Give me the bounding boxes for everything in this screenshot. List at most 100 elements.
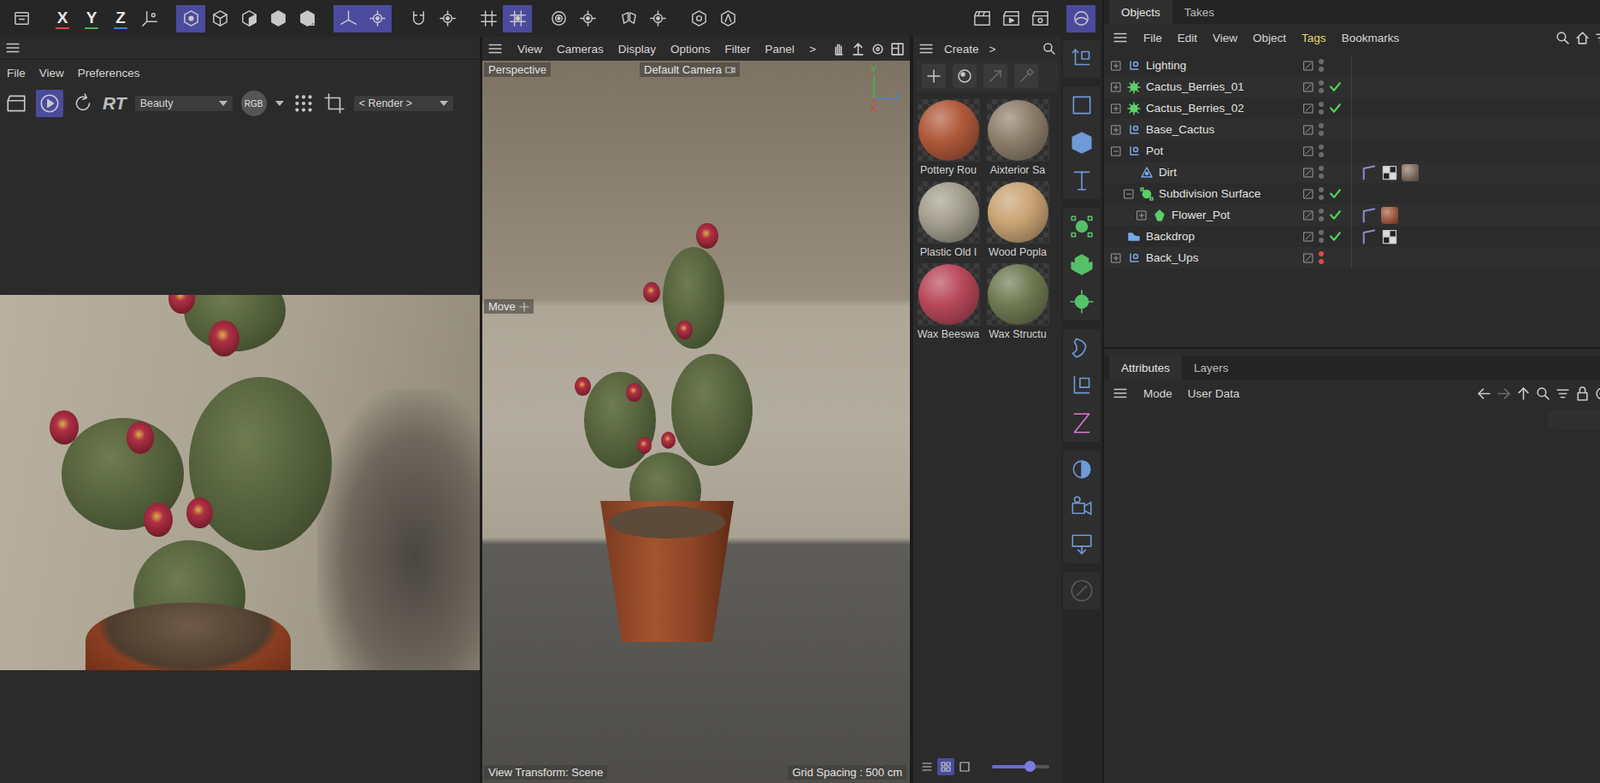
menu-item[interactable]: Options xyxy=(670,42,711,56)
menu-item[interactable]: File xyxy=(1143,31,1163,45)
object-row[interactable]: Cactus_Berries_02 xyxy=(1104,97,1600,119)
palette-button[interactable] xyxy=(1065,453,1099,486)
menu-item[interactable]: Cameras xyxy=(556,42,604,56)
camera-label[interactable]: Default Camera xyxy=(639,62,740,77)
palette-button[interactable] xyxy=(1065,164,1099,197)
back-arrow-icon[interactable] xyxy=(1476,386,1492,402)
caret-icon[interactable] xyxy=(275,100,284,107)
editor-visibility-dot[interactable] xyxy=(1318,230,1324,236)
expander[interactable] xyxy=(1110,230,1125,243)
layer-edit-icon[interactable] xyxy=(1303,188,1314,200)
palette-button[interactable] xyxy=(1065,369,1099,402)
visibility-dots[interactable] xyxy=(1318,123,1324,136)
enable-toggle[interactable] xyxy=(1328,144,1343,159)
object-row[interactable]: Backdrop xyxy=(1104,225,1600,248)
refresh-icon[interactable] xyxy=(71,92,95,115)
render-play-button[interactable] xyxy=(35,89,64,118)
expander[interactable] xyxy=(1110,81,1125,94)
toolbar-button[interactable] xyxy=(362,5,392,33)
toolbar-button[interactable] xyxy=(432,5,462,33)
toolbar-button[interactable] xyxy=(1025,5,1055,33)
tag[interactable] xyxy=(1401,164,1419,182)
home-icon[interactable] xyxy=(1575,30,1590,46)
layer-edit-icon[interactable] xyxy=(1303,82,1314,93)
apply-arrow-icon[interactable] xyxy=(983,64,1008,89)
enable-toggle[interactable] xyxy=(1328,208,1343,223)
expander[interactable] xyxy=(1110,145,1125,158)
tag[interactable] xyxy=(1381,164,1399,182)
toolbar-button[interactable] xyxy=(176,5,206,33)
tag[interactable] xyxy=(1381,228,1399,246)
palette-button[interactable] xyxy=(1065,285,1099,319)
tag[interactable] xyxy=(1360,228,1378,246)
expander[interactable] xyxy=(1136,209,1151,222)
enable-toggle[interactable] xyxy=(1328,251,1343,266)
render-visibility-dot[interactable] xyxy=(1318,88,1324,94)
render-visibility-dot[interactable] xyxy=(1318,152,1324,158)
visibility-dots[interactable] xyxy=(1318,208,1324,222)
expander[interactable] xyxy=(1110,102,1125,115)
hamburger-icon[interactable] xyxy=(5,40,21,56)
editor-visibility-dot[interactable] xyxy=(1318,251,1324,257)
hamburger-icon[interactable] xyxy=(487,41,503,57)
picker-icon[interactable] xyxy=(1014,64,1039,89)
toolbar-button[interactable] xyxy=(643,5,673,33)
view-mode-button[interactable] xyxy=(956,758,974,776)
up-arrow-icon[interactable] xyxy=(1516,386,1531,402)
toolbar-button[interactable] xyxy=(543,5,573,33)
tag[interactable] xyxy=(1360,206,1378,225)
view-label[interactable]: Perspective xyxy=(484,62,551,77)
layer-edit-icon[interactable] xyxy=(1303,124,1314,136)
material-item[interactable]: Wood Popla xyxy=(985,181,1050,260)
toolbar-button[interactable] xyxy=(6,5,36,33)
search-icon[interactable] xyxy=(1535,386,1551,402)
render-visibility-dot[interactable] xyxy=(1318,173,1324,179)
toolbar-button[interactable] xyxy=(333,5,363,33)
render-visibility-dot[interactable] xyxy=(1318,237,1324,243)
editor-visibility-dot[interactable] xyxy=(1318,144,1324,150)
menu-item[interactable]: Bookmarks xyxy=(1341,31,1400,45)
material-item[interactable]: Wax Beeswa xyxy=(916,263,981,343)
visibility-dots[interactable] xyxy=(1318,101,1324,115)
toolbar-button[interactable] xyxy=(473,5,503,33)
menu-item[interactable]: View xyxy=(39,66,65,80)
enable-toggle[interactable] xyxy=(1328,59,1343,73)
toolbar-button[interactable]: Z xyxy=(106,5,136,33)
editor-visibility-dot[interactable] xyxy=(1318,208,1324,214)
menu-item[interactable]: Object xyxy=(1252,31,1287,45)
pan-hand-icon[interactable] xyxy=(831,41,846,57)
enable-toggle[interactable] xyxy=(1328,101,1343,116)
expander[interactable] xyxy=(1110,252,1125,265)
toolbar-button[interactable] xyxy=(263,5,293,33)
menu-item[interactable]: Create xyxy=(944,42,980,56)
editor-visibility-dot[interactable] xyxy=(1318,187,1324,193)
palette-button[interactable] xyxy=(1065,210,1099,243)
material-item[interactable]: Aixterior Sa xyxy=(985,99,1050,178)
menu-item[interactable]: View xyxy=(517,42,543,56)
layer-edit-icon[interactable] xyxy=(1303,103,1314,114)
object-row[interactable]: Pot xyxy=(1104,140,1600,162)
layer-edit-icon[interactable] xyxy=(1303,210,1314,221)
layer-edit-icon[interactable] xyxy=(1303,253,1314,264)
material-item[interactable]: Wax Structu xyxy=(985,263,1050,343)
visibility-dots[interactable] xyxy=(1318,187,1324,201)
visibility-dots[interactable] xyxy=(1318,230,1324,243)
toolbar-button[interactable] xyxy=(996,5,1026,33)
render-visibility-dot[interactable] xyxy=(1318,216,1324,222)
enable-toggle[interactable] xyxy=(1328,230,1343,244)
tag[interactable] xyxy=(1381,206,1399,225)
object-row[interactable]: Back_Ups xyxy=(1104,247,1600,269)
toolbar-button[interactable] xyxy=(234,5,264,33)
dolly-icon[interactable] xyxy=(850,41,866,57)
hamburger-icon[interactable] xyxy=(1112,29,1128,46)
toolbar-button[interactable] xyxy=(502,5,532,33)
menu-item[interactable]: > xyxy=(989,42,997,56)
palette-button[interactable] xyxy=(1065,528,1099,561)
menu-item[interactable]: Tags xyxy=(1301,31,1327,45)
palette-button[interactable] xyxy=(1065,88,1099,122)
palette-button[interactable] xyxy=(1065,126,1099,160)
object-row[interactable]: Lighting xyxy=(1104,54,1600,77)
tab[interactable]: Attributes xyxy=(1109,355,1182,380)
enable-toggle[interactable] xyxy=(1328,80,1343,95)
menu-item[interactable]: Mode xyxy=(1143,387,1173,401)
